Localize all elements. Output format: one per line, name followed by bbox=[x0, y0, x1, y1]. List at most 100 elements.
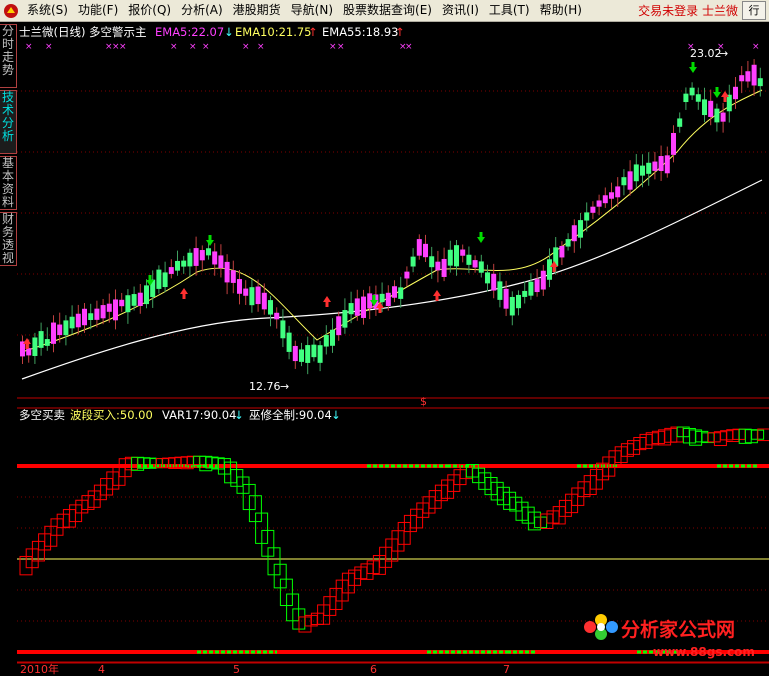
up-candle bbox=[435, 261, 441, 271]
tab-fundamentals[interactable]: 基本资料 bbox=[0, 156, 17, 210]
down-candle bbox=[646, 162, 652, 174]
ema55-line bbox=[21, 179, 763, 380]
buy-arrow-icon bbox=[552, 267, 556, 272]
down-candle bbox=[695, 94, 701, 102]
up-candle bbox=[199, 250, 205, 261]
tab-financials[interactable]: 财务透视 bbox=[0, 212, 17, 266]
down-candle bbox=[478, 261, 484, 273]
var17-readout: VAR17:90.04 bbox=[162, 408, 236, 422]
low-arrow-icon: → bbox=[280, 380, 289, 393]
tab-technical-analysis[interactable]: 技术分析 bbox=[0, 90, 17, 154]
event-marker: $ bbox=[420, 395, 427, 408]
down-candle bbox=[677, 118, 683, 127]
trade-status: 交易未登录 士兰微 bbox=[638, 4, 738, 18]
menu-analysis[interactable]: 分析(A) bbox=[176, 1, 228, 20]
buy-arrow-icon bbox=[723, 97, 727, 102]
up-candle bbox=[82, 308, 87, 326]
row-button[interactable]: 行 bbox=[742, 1, 766, 20]
stock-title: 士兰微(日线) bbox=[19, 25, 85, 39]
down-candle bbox=[547, 259, 552, 280]
menu-stock-data-query[interactable]: 股票数据查询(E) bbox=[338, 1, 437, 20]
indicator-name: 多空警示主 bbox=[89, 25, 147, 39]
down-candle bbox=[32, 337, 38, 356]
down-candle bbox=[640, 165, 645, 176]
sub-indicator-name: 多空买卖 bbox=[19, 408, 65, 422]
down-candle bbox=[528, 281, 534, 296]
cross-marker-icon: × bbox=[45, 42, 53, 52]
down-candle bbox=[522, 290, 528, 297]
menu-tools[interactable]: 工具(T) bbox=[484, 1, 535, 20]
menu-bar: 系统(S) 功能(F) 报价(Q) 分析(A) 港股期货 导航(N) 股票数据查… bbox=[0, 0, 769, 22]
down-candle bbox=[757, 78, 763, 87]
down-candle bbox=[175, 260, 180, 271]
cross-marker-icon: × bbox=[337, 42, 345, 52]
flower-logo-icon bbox=[584, 614, 618, 640]
up-candle bbox=[627, 171, 633, 190]
up-candle bbox=[224, 261, 230, 283]
up-candle bbox=[503, 288, 509, 309]
up-candle bbox=[423, 243, 428, 258]
ema55-path bbox=[21, 179, 763, 380]
ema10-path bbox=[21, 89, 763, 353]
up-candle bbox=[404, 271, 410, 279]
up-candle bbox=[460, 249, 466, 256]
up-candle bbox=[274, 312, 280, 320]
up-candle bbox=[441, 258, 447, 277]
tab-intraday[interactable]: 分时走势 bbox=[0, 24, 17, 88]
up-candle bbox=[491, 273, 497, 291]
down-candle bbox=[726, 94, 732, 112]
menu-help[interactable]: 帮助(H) bbox=[535, 1, 587, 20]
up-candle bbox=[658, 156, 664, 172]
menu-quote[interactable]: 报价(Q) bbox=[123, 1, 176, 20]
down-candle bbox=[621, 177, 627, 186]
down-candle bbox=[714, 108, 720, 123]
up-candle bbox=[100, 305, 106, 319]
up-candle bbox=[540, 270, 546, 290]
sell-arrow-icon bbox=[689, 67, 697, 73]
down-candle bbox=[206, 248, 211, 256]
menu-info[interactable]: 资讯(I) bbox=[437, 1, 484, 20]
down-candle bbox=[286, 332, 292, 352]
down-candle bbox=[398, 287, 404, 299]
down-candle bbox=[516, 294, 521, 309]
up-candle bbox=[113, 299, 118, 321]
ema5-readout: EMA5:22.07 bbox=[155, 25, 224, 39]
cross-marker-icon: × bbox=[257, 42, 265, 52]
up-candle bbox=[416, 239, 422, 256]
menu-function[interactable]: 功能(F) bbox=[73, 1, 123, 20]
down-candle bbox=[466, 254, 472, 265]
up-candle bbox=[255, 286, 261, 305]
up-candle bbox=[571, 225, 577, 242]
menu-hk-futures[interactable]: 港股期货 bbox=[228, 1, 286, 20]
up-candle bbox=[652, 161, 658, 171]
down-candle bbox=[38, 331, 44, 348]
up-candle bbox=[739, 75, 745, 82]
down-candle bbox=[633, 164, 639, 182]
up-candle bbox=[745, 71, 751, 82]
menu-navigation[interactable]: 导航(N) bbox=[286, 1, 338, 20]
candlesticks bbox=[20, 59, 763, 375]
up-candle bbox=[559, 245, 565, 258]
down-candle bbox=[578, 220, 583, 238]
down-candle bbox=[125, 295, 131, 313]
up-candle bbox=[354, 298, 360, 316]
sell-arrow-icon bbox=[477, 237, 485, 243]
down-candle bbox=[330, 329, 335, 346]
up-candle bbox=[212, 251, 218, 265]
watermark-url: www.88gs.com bbox=[653, 645, 755, 659]
sell-arrow-icon bbox=[372, 295, 376, 300]
ema5-trend-icon: ↓ bbox=[224, 25, 234, 39]
down-candle bbox=[162, 272, 168, 288]
ema55-readout: EMA55:18.93 bbox=[322, 25, 399, 39]
down-candle bbox=[683, 93, 689, 103]
up-candle bbox=[237, 279, 242, 294]
chart-area[interactable]: × × × × × × × × × × × × ×× × × × 士兰微(日线) 多空警示主 EMA5:22.… bbox=[17, 22, 769, 676]
down-candle bbox=[689, 87, 695, 96]
full-control-readout: 巫修全制:90.04 bbox=[249, 408, 332, 422]
up-candle bbox=[472, 260, 478, 268]
menu-system[interactable]: 系统(S) bbox=[22, 1, 73, 20]
down-candle bbox=[69, 316, 75, 329]
up-candle bbox=[94, 308, 100, 320]
down-candle bbox=[44, 339, 50, 346]
down-candle bbox=[249, 287, 255, 306]
